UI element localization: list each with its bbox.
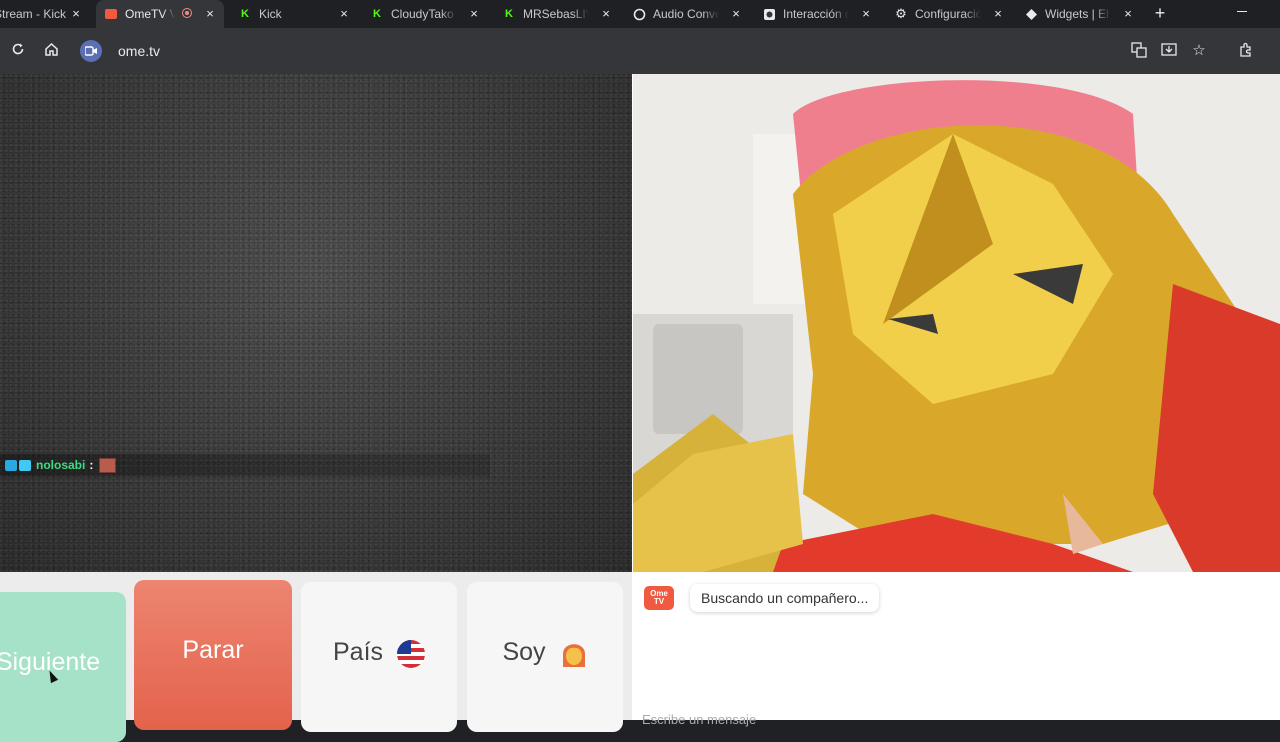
tab-mrsebaslive[interactable]: K MRSebasLIVE × <box>494 0 620 28</box>
close-icon[interactable]: × <box>68 6 84 22</box>
tab-ometv[interactable]: OmeTV V × <box>96 0 224 28</box>
video-controls: Siguiente Parar País Soy <box>0 572 632 742</box>
us-flag-icon <box>397 640 426 668</box>
status-message: Buscando un compañero... <box>690 584 880 612</box>
install-app-icon[interactable] <box>1160 42 1178 60</box>
tab-audio-converter[interactable]: Audio Conve × <box>624 0 750 28</box>
close-icon[interactable]: × <box>1120 6 1136 22</box>
message-input[interactable]: Escribe un mensaje <box>642 712 1242 732</box>
badge-icon <box>5 459 17 471</box>
reload-icon[interactable] <box>9 42 27 60</box>
country-button-label: País <box>332 638 384 666</box>
partner-video-static <box>0 74 632 572</box>
tab-kick[interactable]: K Kick × <box>230 0 358 28</box>
country-button[interactable]: País <box>301 582 457 732</box>
openai-favicon-icon <box>632 7 646 21</box>
close-icon[interactable]: × <box>598 6 614 22</box>
tab-strip: Stream - Kick × OmeTV V × K Kick × K Clo… <box>0 0 1280 28</box>
tab-interaccion[interactable]: Interacción c × <box>754 0 880 28</box>
gender-button-label: Soy <box>502 638 546 666</box>
ometv-favicon-icon <box>104 7 118 21</box>
site-info-icon[interactable] <box>80 40 102 62</box>
url-text[interactable]: ome.tv <box>118 43 160 59</box>
tab-title: MRSebasLIVE <box>523 7 589 21</box>
tab-title: Audio Conve <box>653 7 719 21</box>
webcam-image <box>633 74 1280 572</box>
stop-button[interactable]: Parar <box>134 580 292 730</box>
kick-favicon-icon: K <box>373 8 381 20</box>
woman-emoji-icon <box>560 638 588 668</box>
tab-cloudytako[interactable]: K CloudyTako S × <box>362 0 488 28</box>
close-icon[interactable]: × <box>858 6 874 22</box>
chat-panel: Ome TV Buscando un compañero... Escribe … <box>632 572 1280 727</box>
tab-widgets[interactable]: Widgets | El × <box>1016 0 1142 28</box>
close-icon[interactable]: × <box>728 6 744 22</box>
bookmark-star-icon[interactable]: ☆ <box>1190 42 1208 60</box>
minimize-window-button[interactable] <box>1234 6 1250 18</box>
recording-icon <box>182 8 192 18</box>
close-icon[interactable]: × <box>336 6 352 22</box>
ometv-logo: Ome TV <box>644 586 674 610</box>
tab-title: Widgets | El <box>1045 7 1109 21</box>
kick-favicon-icon: K <box>505 8 513 20</box>
close-icon[interactable]: × <box>990 6 1006 22</box>
tab-title: Configuració <box>915 7 981 21</box>
kick-favicon-icon: K <box>241 8 249 20</box>
gear-icon: ⚙ <box>895 6 907 21</box>
address-bar[interactable]: ome.tv <box>76 36 1176 66</box>
new-tab-button[interactable]: + <box>1150 3 1170 23</box>
close-icon[interactable]: × <box>466 6 482 22</box>
diamond-favicon-icon <box>1024 7 1038 21</box>
page-content: nolosabi : Siguiente Parar País Soy Ome … <box>0 74 1280 742</box>
chat-separator: : <box>89 458 94 472</box>
tab-title: CloudyTako S <box>391 7 457 21</box>
chat-badges <box>5 459 31 471</box>
page-favicon-icon <box>762 7 776 21</box>
tab-stream-kick[interactable]: Stream - Kick × <box>0 0 90 28</box>
gender-button[interactable]: Soy <box>467 582 623 732</box>
home-icon[interactable] <box>42 42 60 60</box>
extensions-icon[interactable] <box>1237 42 1255 60</box>
browser-toolbar: ome.tv ☆ <box>0 28 1280 74</box>
translate-icon[interactable] <box>1130 42 1148 60</box>
stream-chat-overlay: nolosabi : <box>0 454 490 476</box>
tab-title: Interacción c <box>783 7 849 21</box>
stop-button-label: Parar <box>182 636 244 664</box>
close-icon[interactable]: × <box>202 6 218 22</box>
chat-username: nolosabi <box>36 458 86 472</box>
tab-title: OmeTV V <box>125 7 175 21</box>
tab-configuracion[interactable]: ⚙ Configuració × <box>886 0 1012 28</box>
badge-icon <box>19 459 31 471</box>
self-camera-video <box>633 74 1280 572</box>
chat-emote-icon <box>99 457 117 473</box>
